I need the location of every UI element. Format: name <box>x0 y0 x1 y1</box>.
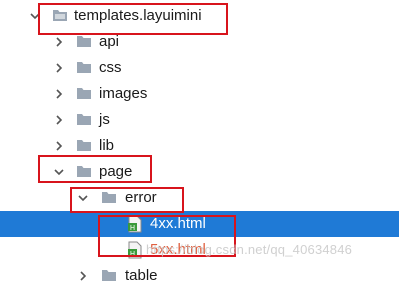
folder-icon <box>76 165 92 178</box>
folder-icon <box>76 139 92 152</box>
folder-icon <box>52 9 68 22</box>
folder-icon <box>76 61 92 74</box>
tree-label-table: table <box>125 267 158 284</box>
tree-row-error[interactable]: error <box>0 185 399 211</box>
tree-row-js[interactable]: js <box>0 107 399 133</box>
html-file-icon: H <box>127 241 143 259</box>
tree-row-table-partial[interactable]: table <box>0 263 399 289</box>
tree-label-js: js <box>99 111 110 128</box>
folder-icon <box>76 113 92 126</box>
tree-label-error: error <box>125 189 157 206</box>
svg-text:H: H <box>130 224 135 232</box>
tree-row-api[interactable]: api <box>0 29 399 55</box>
chevron-right-icon[interactable] <box>76 269 90 283</box>
tree-row-images[interactable]: images <box>0 81 399 107</box>
tree-label-page: page <box>99 163 133 180</box>
watermark-text: https://blog.csdn.net/qq_40634846 <box>146 242 353 257</box>
tree-row-4xx-html[interactable]: H 4xx.html <box>0 211 399 237</box>
chevron-down-icon[interactable] <box>52 165 66 179</box>
folder-icon <box>76 87 92 100</box>
tree-label-lib: lib <box>99 137 115 154</box>
chevron-right-icon[interactable] <box>52 61 66 75</box>
tree-label-templates-layuimini: templates.layuimini <box>74 7 202 24</box>
svg-text:H: H <box>130 250 135 258</box>
tree-label-4xx-html: 4xx.html <box>150 215 206 232</box>
chevron-down-icon[interactable] <box>76 191 90 205</box>
folder-icon <box>76 35 92 48</box>
chevron-right-icon[interactable] <box>52 35 66 49</box>
html-file-icon: H <box>127 215 143 233</box>
project-file-tree: templates.layuimini api css images js li… <box>0 0 399 284</box>
tree-row-templates-layuimini[interactable]: templates.layuimini <box>0 3 399 29</box>
tree-label-images: images <box>99 85 148 102</box>
chevron-right-icon[interactable] <box>52 139 66 153</box>
tree-label-api: api <box>99 33 120 50</box>
tree-row-lib[interactable]: lib <box>0 133 399 159</box>
folder-icon <box>101 191 117 204</box>
chevron-right-icon[interactable] <box>52 87 66 101</box>
folder-icon <box>101 269 117 282</box>
tree-label-css: css <box>99 59 122 76</box>
tree-row-page[interactable]: page <box>0 159 399 185</box>
chevron-down-icon[interactable] <box>28 9 42 23</box>
tree-row-css[interactable]: css <box>0 55 399 81</box>
chevron-right-icon[interactable] <box>52 113 66 127</box>
